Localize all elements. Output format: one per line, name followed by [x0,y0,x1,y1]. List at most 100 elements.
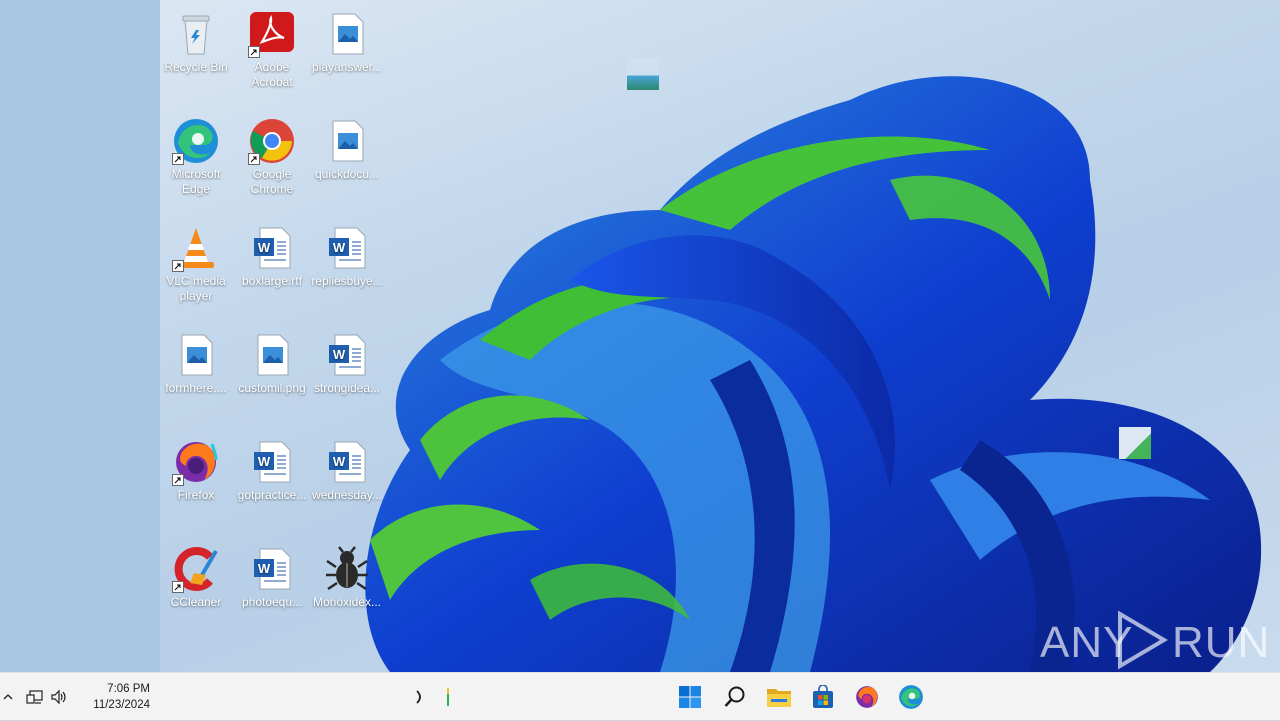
word-doc-icon: W [248,545,296,593]
spinner-icon [416,690,421,704]
word-doc-icon: W [323,331,371,379]
word-doc-icon: W [323,224,371,272]
desktop-icon-boxlarge[interactable]: W boxlarge.rtf [234,218,310,318]
edge-taskbar-button[interactable] [891,673,931,721]
desktop-icon-label: CCleaner [170,595,222,609]
word-doc-icon: W [323,438,371,486]
desktop-icon-label: photoequ... [241,595,303,609]
clock[interactable]: 7:06 PM 11/23/2024 [70,681,150,713]
desktop-icon-recycle-bin[interactable]: Recycle Bin [158,4,234,104]
microsoft-store-button[interactable] [803,673,843,721]
desktop-icon-label: VLC media player [166,274,226,303]
desktop-icon-label: gotpractice... [237,488,307,502]
desktop-icon-label: playanswer... [311,60,383,74]
recycle-bin-icon [172,10,220,58]
desktop-icon-label: boxlarge.rtf [241,274,303,288]
desktop-icon-label: Adobe Acrobat [251,60,293,89]
volume-tray-button[interactable] [48,673,70,721]
desktop-icon-repliesbuye[interactable]: W repliesbuye... [309,218,385,318]
search-button[interactable] [715,673,755,721]
ccleaner-icon [172,545,220,593]
svg-text:W: W [333,454,346,469]
chevron-up-icon [3,694,13,700]
image-file-icon [172,331,220,379]
firefox-icon [172,438,220,486]
word-doc-icon: W [248,438,296,486]
desktop-icon-label: formhere.... [165,381,227,395]
svg-text:W: W [333,240,346,255]
chrome-icon [248,117,296,165]
desktop-icon-label: Recycle Bin [164,60,228,74]
running-app-indicator [442,673,454,721]
desktop-icon-firefox[interactable]: Firefox [158,432,234,532]
image-file-icon [323,10,371,58]
adobe-acrobat-icon [248,10,296,58]
desktop-icon-label: customil.png [238,381,306,395]
shortcut-arrow-icon [248,46,260,58]
network-tray-button[interactable] [24,673,46,721]
desktop-icon-label: Google Chrome [250,167,294,196]
watermark-text-right: RUN [1172,618,1271,667]
windows-start-icon [679,686,701,708]
glitch-artifact [627,58,659,90]
taskbar: 7:06 PM 11/23/2024 [0,672,1280,720]
image-file-icon [323,117,371,165]
search-icon [724,686,745,707]
desktop-icon-quickdocu[interactable]: quickdocu... [309,111,385,211]
file-explorer-icon [767,689,791,707]
desktop-icon-google-chrome[interactable]: Google Chrome [234,111,310,211]
edge-icon [172,117,220,165]
desktop[interactable]: Recycle Bin Adobe Acrobat playanswer... … [0,0,1280,672]
desktop-left-band [0,0,160,672]
vlc-icon [172,224,220,272]
shortcut-arrow-icon [172,153,184,165]
anyrun-watermark: ANY RUN [1040,610,1269,670]
desktop-icon-label: Firefox [177,488,215,502]
glitch-artifact [1119,427,1151,459]
volume-icon [51,689,66,705]
desktop-icon-gotpractice[interactable]: W gotpractice... [234,432,310,532]
desktop-icon-playanswer[interactable]: playanswer... [309,4,385,104]
desktop-icon-adobe-acrobat[interactable]: Adobe Acrobat [234,4,310,104]
desktop-icon-grid: Recycle Bin Adobe Acrobat playanswer... … [160,0,390,672]
desktop-icon-ccleaner[interactable]: CCleaner [158,539,234,639]
desktop-icon-label: strongidea... [313,381,381,395]
svg-text:W: W [333,347,346,362]
desktop-icon-label: repliesbuye... [311,274,383,288]
shortcut-arrow-icon [172,260,184,272]
image-file-icon [248,331,296,379]
desktop-icon-label: wednesday... [312,488,382,502]
svg-text:W: W [258,454,271,469]
loading-indicator [412,673,428,721]
desktop-icon-label: quickdocu... [314,167,380,181]
desktop-icon-label: Monoxidex... [312,595,382,609]
shortcut-arrow-icon [172,581,184,593]
word-doc-icon: W [248,224,296,272]
shortcut-arrow-icon [248,153,260,165]
desktop-icon-vlc[interactable]: VLC media player [158,218,234,318]
wallpaper-bloom [365,76,1262,672]
network-icon [26,690,43,704]
svg-text:W: W [258,561,271,576]
edge-icon [899,685,923,709]
desktop-icon-formhere[interactable]: formhere.... [158,325,234,425]
firefox-icon [856,686,878,708]
desktop-icon-photoequ[interactable]: W photoequ... [234,539,310,639]
clock-time: 7:06 PM [107,683,150,695]
bug-icon [323,545,371,593]
desktop-icon-monoxidex[interactable]: Monoxidex... [309,539,385,639]
desktop-icon-label: Microsoft Edge [171,167,221,196]
desktop-icon-microsoft-edge[interactable]: Microsoft Edge [158,111,234,211]
show-hidden-icons-button[interactable] [0,673,16,721]
shortcut-arrow-icon [172,474,184,486]
file-explorer-button[interactable] [759,673,799,721]
desktop-icon-customil[interactable]: customil.png [234,325,310,425]
start-button[interactable] [670,673,710,721]
app-status-icon [447,688,449,706]
desktop-icon-wednesday[interactable]: W wednesday... [309,432,385,532]
firefox-taskbar-button[interactable] [847,673,887,721]
clock-date: 11/23/2024 [93,699,150,711]
desktop-icon-strongidea[interactable]: W strongidea... [309,325,385,425]
store-icon [813,685,833,708]
play-logo-icon [1118,610,1168,670]
